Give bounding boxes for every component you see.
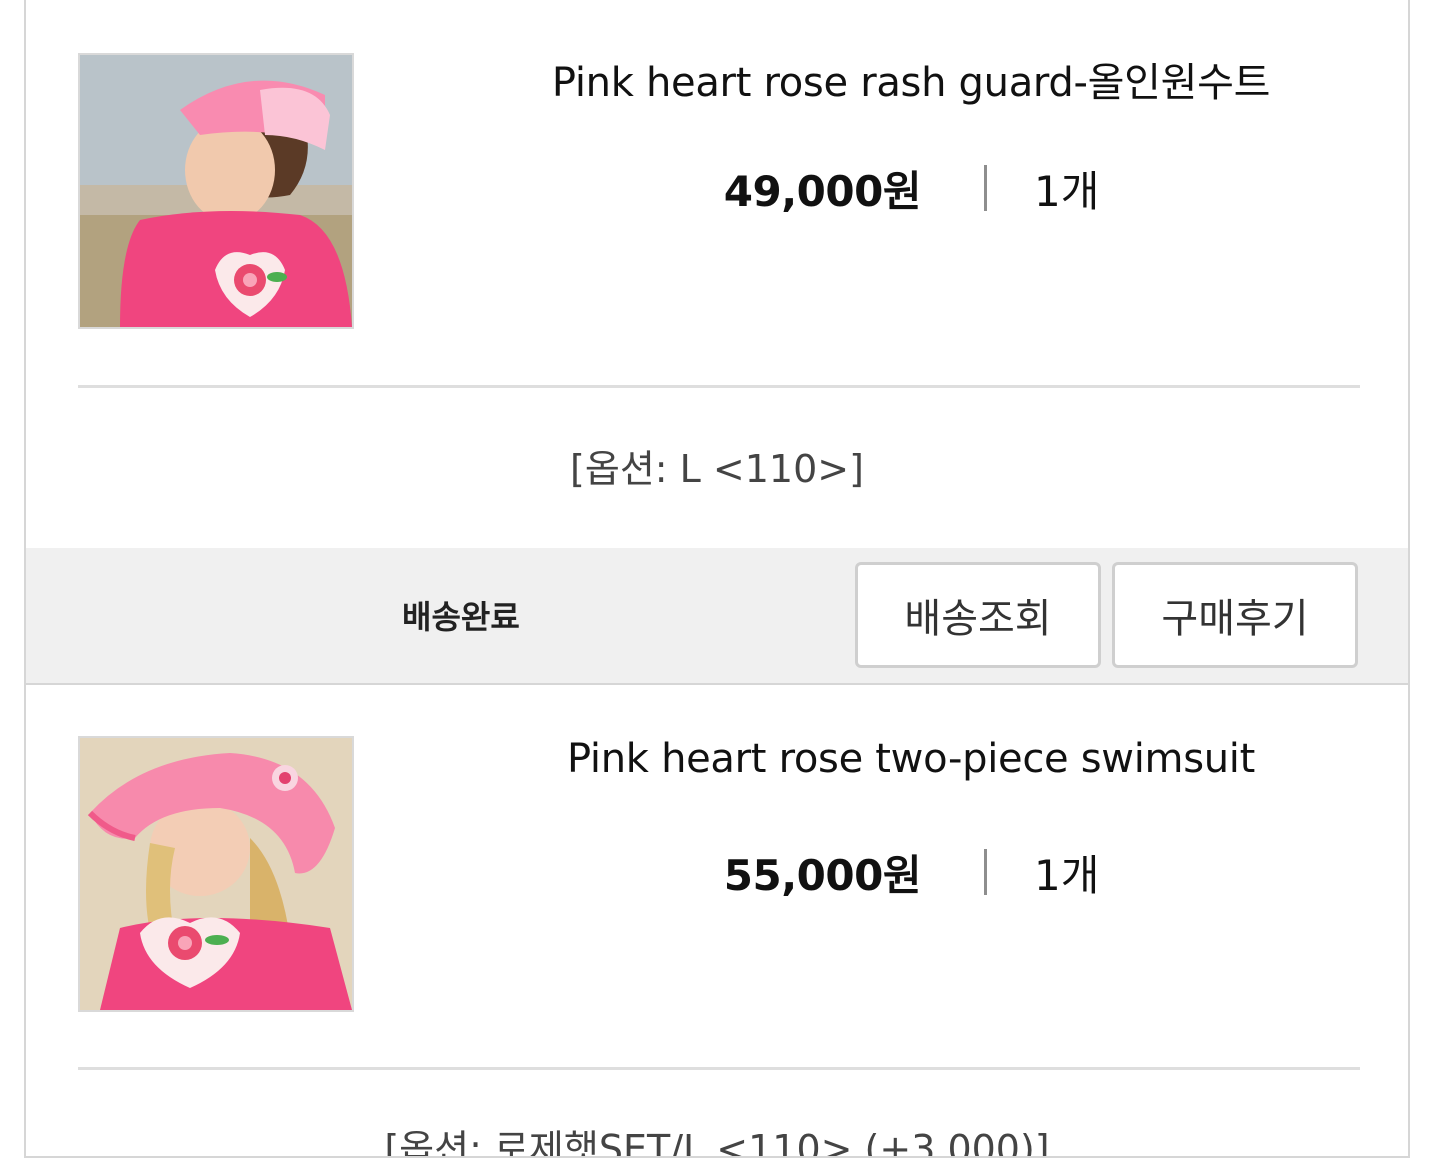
divider [78, 385, 1360, 388]
separator [984, 165, 987, 211]
order-list-card: Pink heart rose rash guard-올인원수트 49,000원… [24, 0, 1410, 1158]
write-review-button[interactable]: 구매후기 [1112, 562, 1358, 668]
shipping-status-bar: 배송완료 배송조회 구매후기 [26, 548, 1408, 685]
order-item: Pink heart rose two-piece swimsuit 55,00… [26, 684, 1408, 1158]
product-name[interactable]: Pink heart rose rash guard-올인원수트 [456, 50, 1366, 108]
product-option: [옵션: 로제햇SET/L <110> (+3,000)] [384, 1127, 1050, 1158]
product-thumbnail[interactable] [78, 736, 354, 1012]
product-price: 55,000원 [723, 851, 922, 900]
product-option: [옵션: L <110>] [570, 447, 864, 491]
product-price: 49,000원 [723, 167, 922, 216]
product-name[interactable]: Pink heart rose two-piece swimsuit [456, 736, 1366, 782]
separator [984, 849, 987, 895]
track-shipping-button[interactable]: 배송조회 [855, 562, 1101, 668]
product-quantity: 1개 [1034, 167, 1100, 216]
divider [78, 1067, 1360, 1070]
product-thumbnail[interactable] [78, 53, 354, 329]
shipping-status: 배송완료 [402, 598, 520, 636]
order-item: Pink heart rose rash guard-올인원수트 49,000원… [26, 0, 1408, 548]
product-quantity: 1개 [1034, 851, 1100, 900]
